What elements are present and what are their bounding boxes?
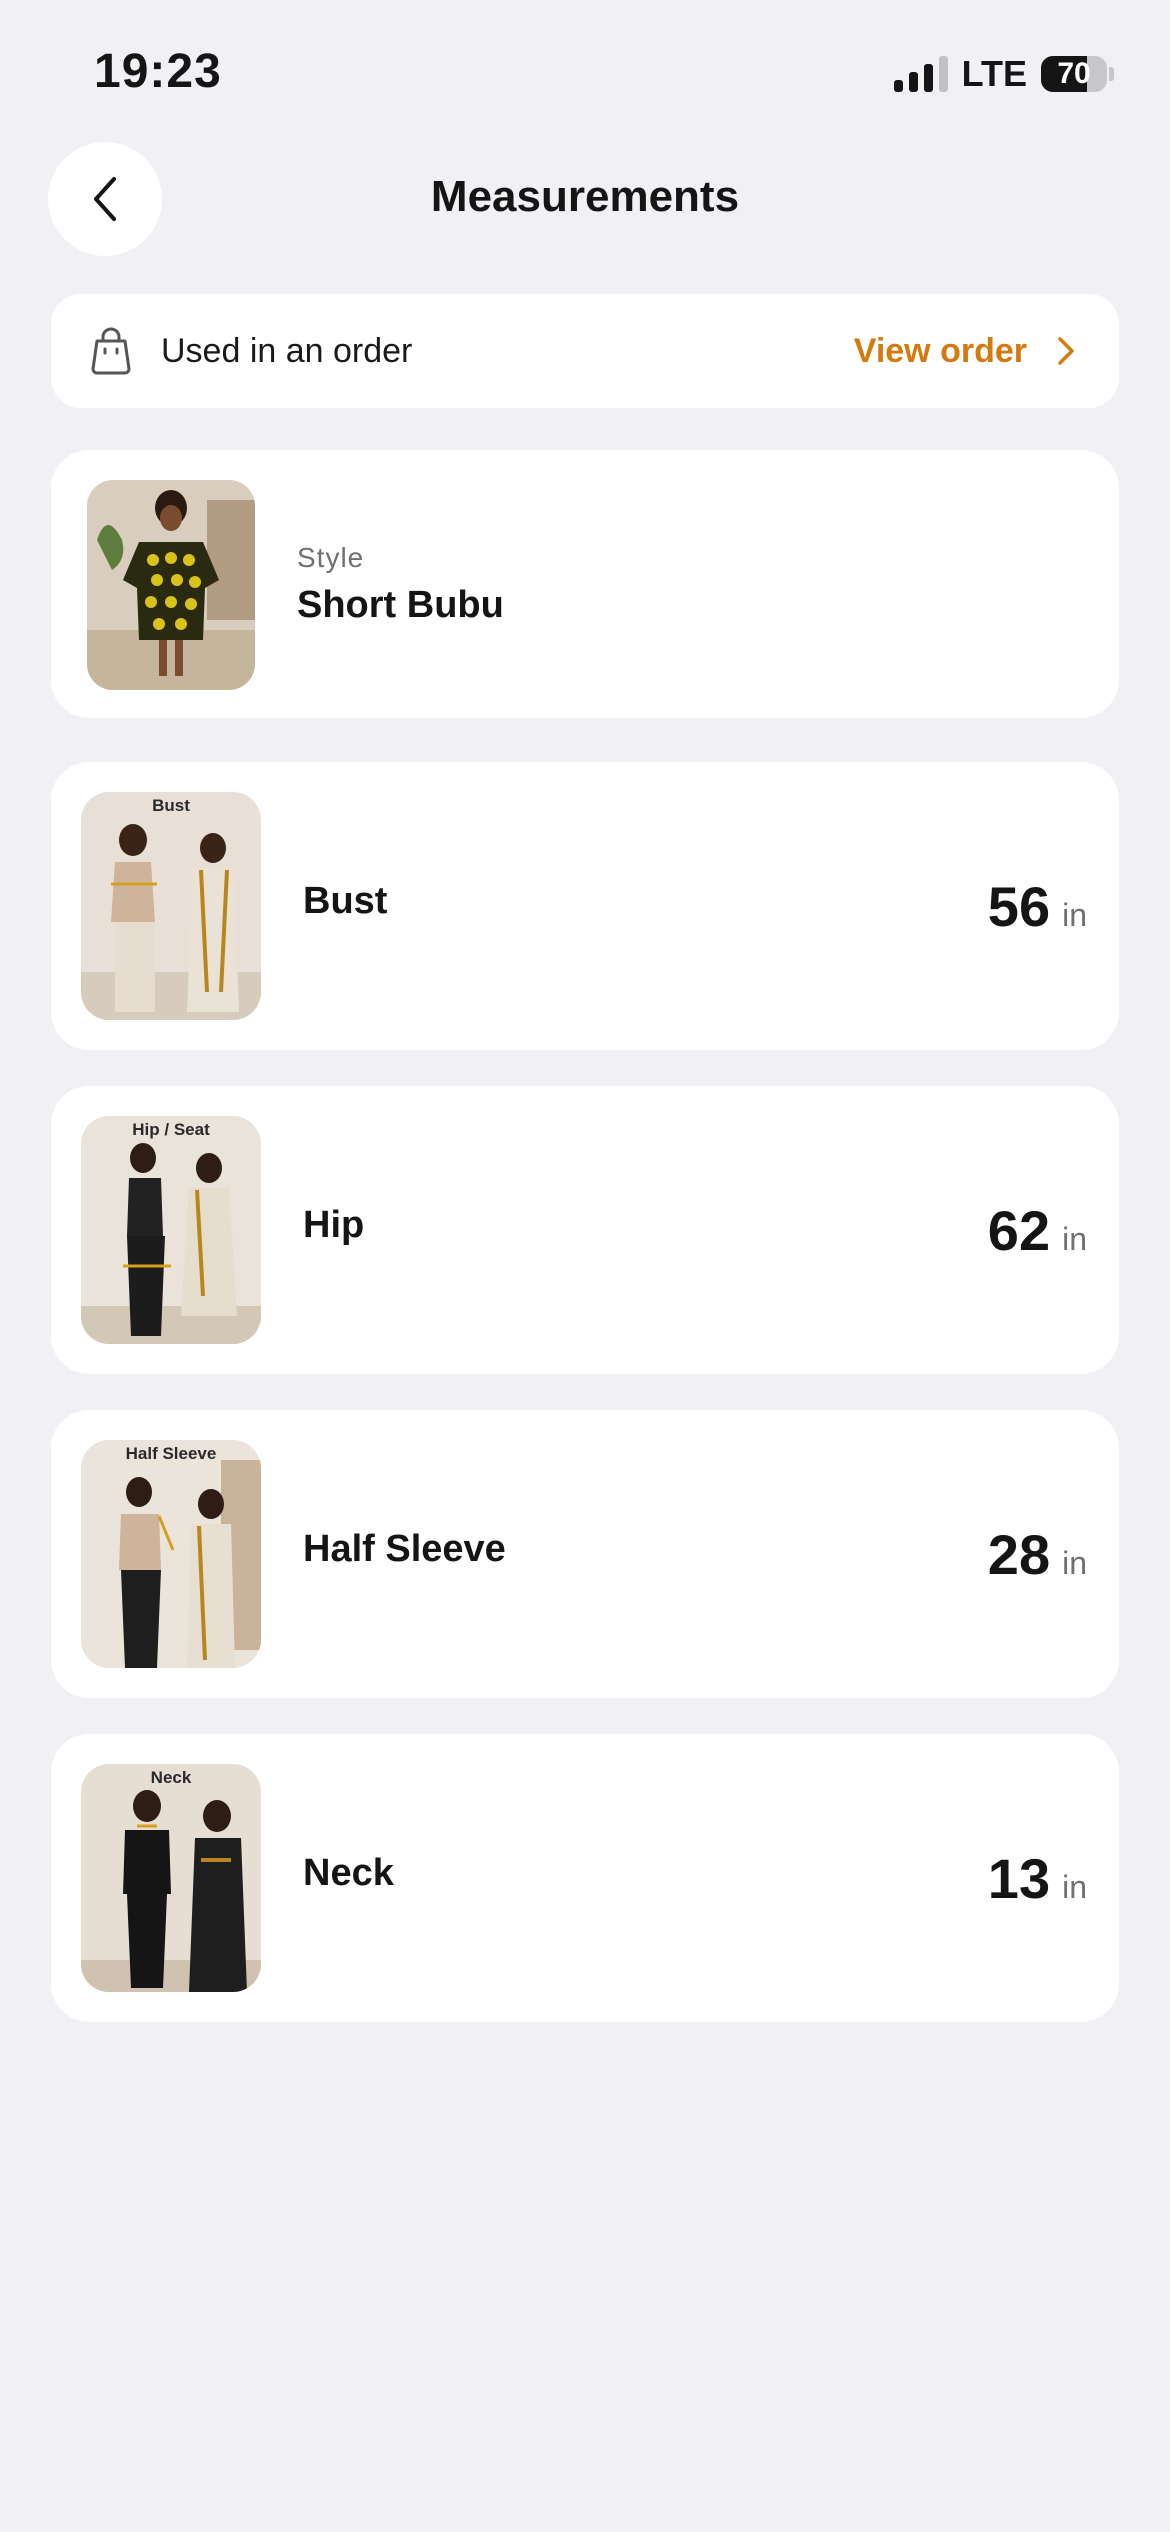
measurement-card-bust[interactable]: Bust Bust 56 in xyxy=(51,762,1119,1050)
measurement-value: 56 in xyxy=(988,874,1087,939)
hip-measurement-image: Hip / Seat xyxy=(81,1116,261,1344)
hip-image-caption: Hip / Seat xyxy=(132,1120,210,1139)
measurement-value: 13 in xyxy=(988,1846,1087,1911)
measurement-name: Half Sleeve xyxy=(303,1528,506,1570)
measurement-number: 56 xyxy=(987,875,1051,938)
measurement-name: Bust xyxy=(303,880,388,922)
measurement-number: 13 xyxy=(987,1847,1051,1910)
network-type: LTE xyxy=(961,53,1027,94)
battery-tip xyxy=(1109,67,1114,81)
order-banner-text: Used in an order xyxy=(161,331,413,370)
view-order-link[interactable]: View order xyxy=(854,332,1075,371)
signal-icon xyxy=(893,56,948,92)
style-name: Short Bubu xyxy=(297,584,504,626)
bust-image-caption: Bust xyxy=(152,796,190,815)
shopping-bag-icon xyxy=(91,327,131,375)
neck-image-caption: Neck xyxy=(150,1768,192,1787)
measurement-name: Hip xyxy=(303,1204,365,1246)
measurement-number: 28 xyxy=(987,1523,1051,1586)
measurement-unit: in xyxy=(1062,1221,1087,1257)
status-time: 19:23 xyxy=(94,45,222,98)
style-image xyxy=(87,480,255,690)
measurement-unit: in xyxy=(1062,1869,1087,1905)
measurement-unit: in xyxy=(1062,1545,1087,1581)
status-indicators: LTE 70 xyxy=(893,52,1114,96)
measurement-number: 62 xyxy=(987,1199,1051,1262)
half-sleeve-measurement-image: Half Sleeve xyxy=(81,1440,261,1668)
style-card[interactable]: Style Short Bubu xyxy=(51,450,1119,718)
style-label: Style xyxy=(297,542,365,573)
measurement-card-half-sleeve[interactable]: Half Sleeve Half Sleeve 28 in xyxy=(51,1410,1119,1698)
order-banner: Used in an order View order xyxy=(51,294,1119,408)
battery-percentage: 70 xyxy=(1057,57,1091,90)
measurement-value: 28 in xyxy=(988,1522,1087,1587)
neck-measurement-image: Neck xyxy=(81,1764,261,1992)
measurement-card-neck[interactable]: Neck Neck 13 in xyxy=(51,1734,1119,2022)
chevron-right-icon xyxy=(1058,337,1074,365)
page-title: Measurements xyxy=(430,172,740,221)
measurement-name: Neck xyxy=(303,1852,394,1894)
measurement-unit: in xyxy=(1062,897,1087,933)
bust-measurement-image: Bust xyxy=(81,792,261,1020)
battery-icon: 70 xyxy=(1041,56,1107,92)
view-order-label: View order xyxy=(853,331,1027,370)
measurement-card-hip[interactable]: Hip / Seat Hip 62 in xyxy=(51,1086,1119,1374)
measurement-value: 62 in xyxy=(988,1198,1087,1263)
half-sleeve-image-caption: Half Sleeve xyxy=(125,1444,217,1463)
